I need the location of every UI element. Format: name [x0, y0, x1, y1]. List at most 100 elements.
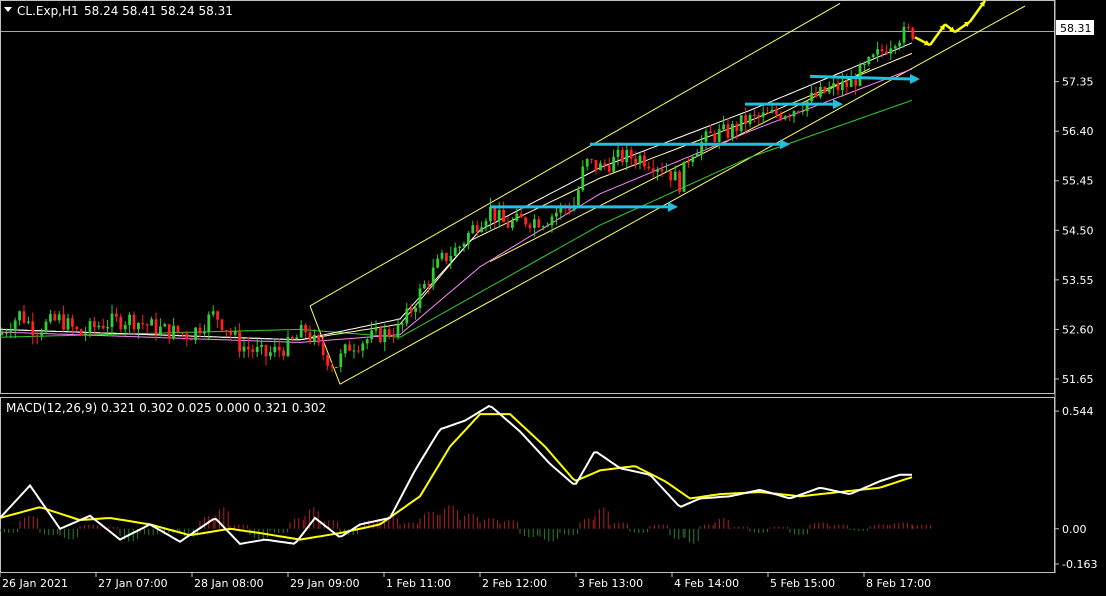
time-tick-label: 28 Jan 08:00	[194, 577, 264, 590]
candle-body	[75, 326, 79, 330]
candle-body	[704, 131, 708, 142]
candle-body	[841, 81, 844, 91]
candle-body	[84, 333, 87, 335]
time-tick-label: 29 Jan 09:00	[290, 577, 360, 590]
candle-body	[387, 329, 391, 337]
candle-body	[537, 219, 541, 228]
candle-body	[735, 124, 739, 132]
candle-body	[823, 86, 827, 93]
last-price-badge-text: 58.31	[1060, 22, 1092, 35]
candle-body	[18, 311, 21, 321]
candle-body	[797, 111, 800, 113]
candle-body	[876, 49, 879, 55]
candle-body	[251, 349, 255, 352]
candle-body	[233, 331, 237, 335]
candle-body	[198, 327, 202, 334]
candle-body	[229, 331, 233, 335]
macd-signal-line[interactable]	[0, 413, 913, 541]
candle-body	[519, 213, 523, 218]
candle-body	[31, 321, 35, 336]
candle-body	[634, 158, 637, 164]
candle-body	[13, 320, 17, 332]
candle-body	[907, 26, 910, 28]
candle-body	[304, 324, 307, 333]
candle-body	[392, 336, 395, 338]
moving-average-line-1	[0, 99, 913, 338]
candle-body	[35, 335, 39, 337]
symbol-label: CL.Exp,H1	[17, 4, 79, 18]
candle-body	[409, 308, 413, 312]
candle-body	[590, 159, 593, 161]
candle-body	[189, 338, 193, 341]
symbol-menu-arrow-icon[interactable]	[4, 7, 12, 12]
candle-body	[159, 326, 162, 335]
candle-body	[277, 346, 281, 351]
candle-body	[682, 161, 686, 192]
channel-lower-line[interactable]	[339, 5, 1026, 385]
candle-body	[269, 352, 272, 357]
candle-body	[849, 79, 853, 87]
candle-body	[128, 314, 131, 326]
candle-body	[462, 243, 466, 247]
macd-panel[interactable]	[0, 404, 932, 545]
candle-body	[717, 129, 721, 142]
level-arrow-head-icon[interactable]	[780, 139, 790, 150]
candle-body	[211, 311, 215, 315]
candle-body	[207, 314, 211, 332]
candle-body	[27, 321, 30, 323]
price-panel[interactable]	[0, 0, 1054, 385]
candle-body	[255, 346, 259, 352]
candle-body	[629, 149, 633, 159]
channel-edge-line[interactable]	[309, 305, 341, 385]
candle-body	[603, 163, 607, 166]
candle-body	[783, 116, 787, 120]
candle-body	[854, 79, 857, 86]
candle-body	[194, 327, 197, 341]
candle-body	[814, 92, 818, 97]
candle-body	[321, 342, 325, 356]
candle-body	[471, 225, 475, 233]
candle-body	[5, 332, 8, 334]
candle-body	[141, 322, 145, 325]
candle-body	[458, 246, 461, 248]
candle-body	[352, 350, 356, 352]
candle-body	[132, 314, 136, 330]
candle-body	[528, 224, 532, 228]
candle-body	[163, 324, 167, 327]
channel-upper-line[interactable]	[309, 2, 841, 307]
candle-body	[581, 166, 585, 191]
level-arrow-head-icon[interactable]	[668, 201, 678, 212]
candle-body	[436, 258, 439, 268]
candle-body	[176, 325, 180, 333]
chart-canvas[interactable]: 57.35 56.40 55.45 54.50 53.55 52.60 51.65 0.544…	[0, 0, 1106, 592]
candle-body	[150, 319, 153, 326]
candle-body	[383, 329, 387, 343]
candle-body	[247, 346, 250, 350]
candle-body	[225, 330, 228, 332]
candle-body	[66, 318, 70, 330]
candle-body	[744, 115, 747, 125]
candle-body	[313, 335, 316, 342]
candle-body	[172, 325, 175, 339]
candle-body	[119, 316, 123, 330]
candle-body	[577, 190, 580, 206]
candle-body	[427, 283, 431, 286]
candle-body	[326, 355, 329, 366]
candle-body	[770, 109, 774, 113]
candle-body	[418, 288, 422, 308]
trading-chart[interactable]: 57.35 56.40 55.45 54.50 53.55 52.60 51.65 0.544…	[0, 0, 1106, 592]
level-arrow-head-icon[interactable]	[910, 74, 920, 85]
candle-body	[726, 124, 730, 138]
candle-body	[669, 171, 673, 181]
candle-body	[445, 252, 448, 262]
candle-body	[880, 49, 884, 52]
candle-body	[607, 165, 611, 172]
candle-body	[502, 209, 505, 223]
candle-body	[405, 308, 409, 324]
candle-body	[845, 81, 849, 87]
candle-body	[379, 327, 382, 343]
candle-body	[779, 114, 783, 120]
candle-body	[101, 325, 105, 329]
ohlc-readout: 58.24 58.41 58.24 58.31	[84, 4, 233, 18]
candle-body	[638, 155, 642, 164]
